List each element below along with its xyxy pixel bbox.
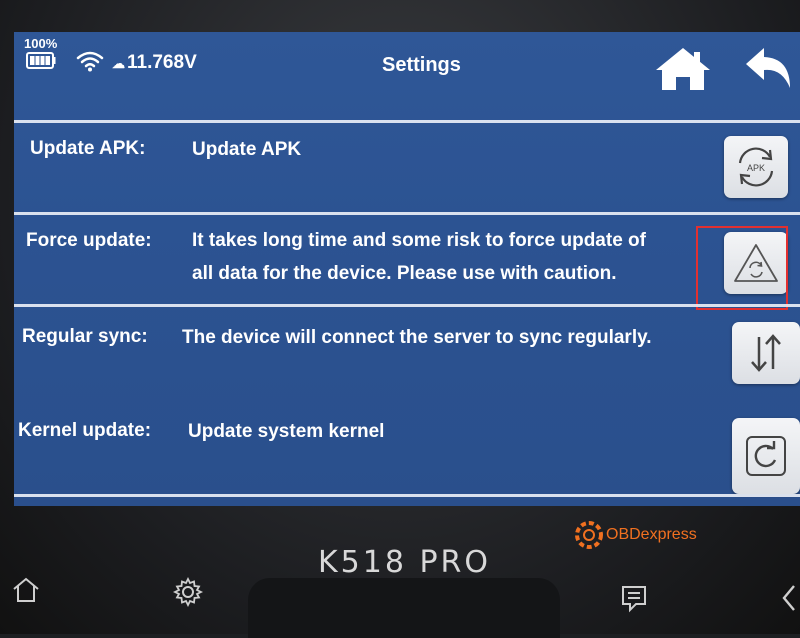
regular-sync-button[interactable] (732, 322, 800, 384)
hardware-home-icon[interactable] (10, 574, 42, 606)
row-label: Regular sync: (22, 326, 148, 347)
row-label: Force update: (26, 230, 152, 251)
device-screen: 100% ☁11.768V Settings Update APK: Upda (14, 32, 800, 506)
row-description: Update APK (192, 139, 302, 160)
setting-row-force-update: Force update: It takes long time and som… (14, 216, 800, 306)
sync-arrows-icon (751, 334, 781, 372)
voltage-value: 11.768V (127, 52, 197, 73)
row-description-line-2: all data for the device. Please use with… (192, 263, 617, 284)
divider (14, 120, 800, 123)
kernel-update-button[interactable] (732, 418, 800, 494)
row-label: Kernel update: (18, 420, 152, 441)
setting-row-update-apk: Update APK: Update APK APK (14, 124, 800, 214)
watermark-text: OBDexpress (606, 526, 697, 543)
hardware-message-icon[interactable] (618, 582, 650, 614)
status-bar: 100% ☁ 11.768V Settings (14, 32, 800, 120)
page-title: Settings (382, 54, 461, 76)
voltage-readout: ☁ 11.768V (112, 52, 197, 74)
apk-icon-text: APK (747, 163, 765, 173)
divider (14, 212, 800, 215)
device-center-grip (248, 578, 560, 638)
red-highlight-box (696, 226, 788, 310)
row-description: The device will connect the server to sy… (182, 327, 652, 348)
apk-update-icon: APK (738, 147, 774, 187)
battery-percent: 100% (24, 36, 58, 51)
back-arrow-icon[interactable] (744, 44, 794, 90)
row-description: Update system kernel (188, 421, 385, 442)
device-brand: K518 PRO (318, 545, 492, 580)
setting-row-kernel-update: Kernel update: Update system kernel (14, 402, 800, 498)
obdexpress-logo-icon (575, 521, 603, 549)
update-apk-button[interactable]: APK (724, 136, 788, 198)
row-label: Update APK: (30, 138, 146, 159)
cloud-icon: ☁ (112, 56, 125, 71)
row-description: It takes long time and some risk to forc… (192, 230, 646, 251)
wifi-icon (76, 51, 104, 72)
divider (14, 494, 800, 497)
home-icon[interactable] (654, 46, 712, 92)
battery-icon (26, 52, 56, 69)
hardware-back-icon[interactable] (776, 582, 800, 614)
obdexpress-watermark: OBDexpress (572, 518, 697, 552)
divider (14, 304, 800, 307)
refresh-icon (746, 436, 786, 476)
setting-row-regular-sync: Regular sync: The device will connect th… (14, 308, 800, 400)
hardware-settings-gear-icon[interactable] (172, 576, 204, 608)
